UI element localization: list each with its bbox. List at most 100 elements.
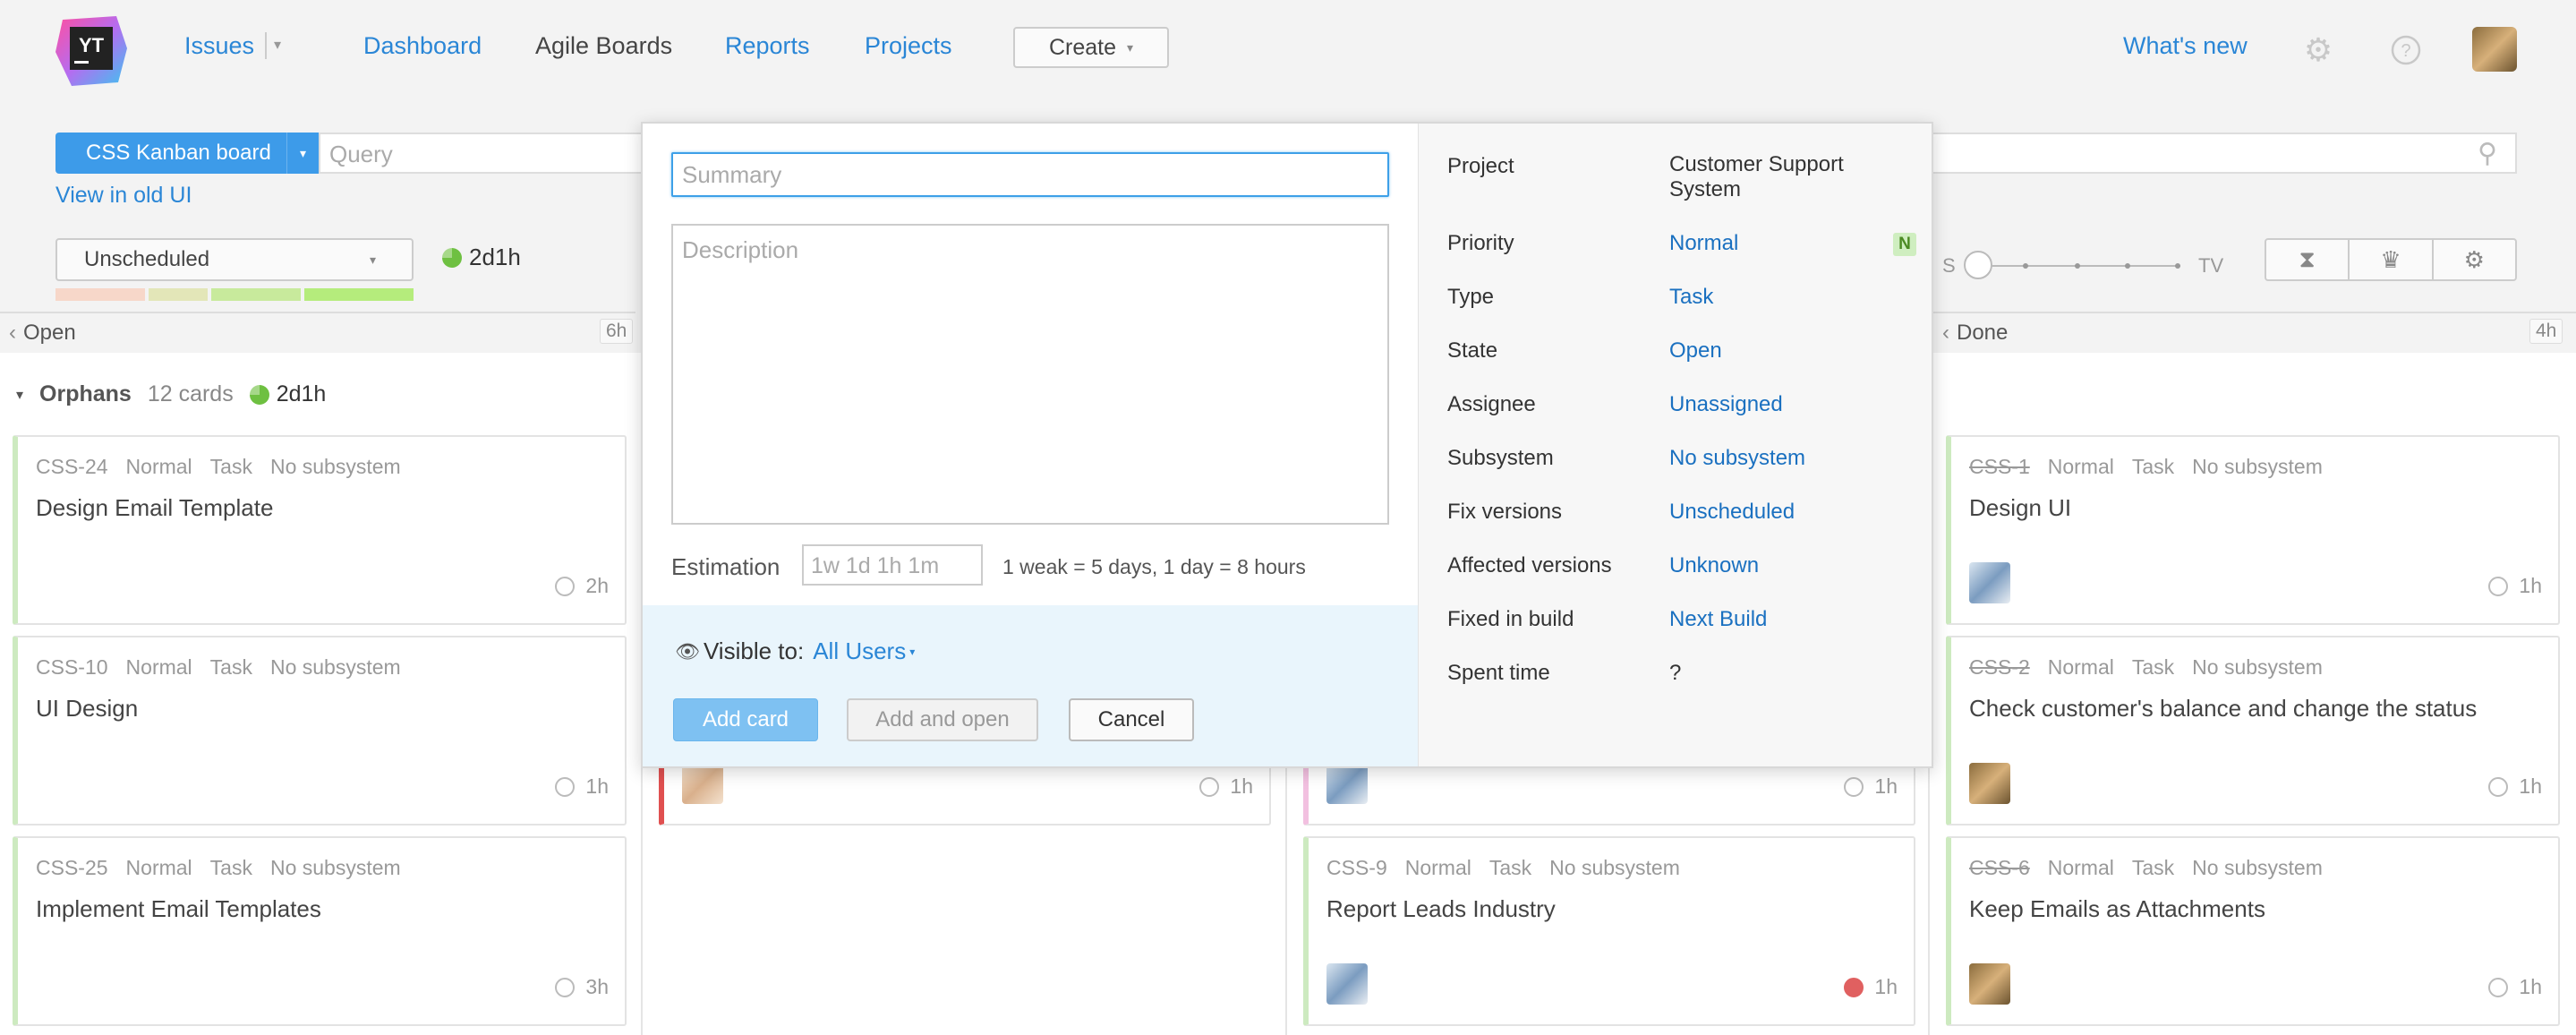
chart-icon[interactable]: ♛ bbox=[2350, 240, 2434, 279]
card-type[interactable]: Task bbox=[2132, 856, 2174, 880]
card-title[interactable]: Design UI bbox=[1969, 494, 2071, 522]
card-size-slider-knob[interactable] bbox=[1964, 251, 1992, 279]
column-name: Done bbox=[1957, 321, 2009, 345]
collapse-icon[interactable]: ▾ bbox=[16, 386, 23, 404]
field-value-spent-time[interactable]: ? bbox=[1669, 661, 1681, 686]
estimate-overdue-icon bbox=[1844, 977, 1864, 997]
card-title[interactable]: Report Leads Industry bbox=[1326, 895, 1556, 923]
nav-reports[interactable]: Reports bbox=[725, 32, 810, 60]
create-button[interactable]: Create ▾ bbox=[1013, 27, 1169, 68]
description-textarea[interactable]: Description bbox=[671, 224, 1389, 525]
column-header-done[interactable]: ‹ Done bbox=[1933, 312, 2576, 353]
board-dropdown-icon[interactable]: ▾ bbox=[286, 133, 319, 174]
card-subsystem[interactable]: No subsystem bbox=[2192, 455, 2323, 479]
chevron-down-icon[interactable]: ▾ bbox=[909, 646, 915, 658]
progress-segment bbox=[55, 288, 145, 301]
field-value-affected-versions[interactable]: Unknown bbox=[1669, 553, 1759, 578]
card-id[interactable]: CSS-25 bbox=[36, 856, 108, 880]
issues-dropdown-icon[interactable]: ▾ bbox=[274, 36, 281, 54]
visibility-selector[interactable]: 👁 Visible to: All Users ▾ bbox=[675, 637, 915, 665]
card-subsystem[interactable]: No subsystem bbox=[2192, 655, 2323, 680]
field-value-subsystem[interactable]: No subsystem bbox=[1669, 446, 1805, 471]
card-id[interactable]: CSS-2 bbox=[1969, 655, 2030, 680]
card-id[interactable]: CSS-1 bbox=[1969, 455, 2030, 479]
card-type[interactable]: Task bbox=[1489, 856, 1531, 880]
card-type[interactable]: Task bbox=[2132, 455, 2174, 479]
card-type[interactable]: Task bbox=[210, 856, 252, 880]
add-card-button[interactable]: Add card bbox=[673, 698, 818, 741]
card-subsystem[interactable]: No subsystem bbox=[270, 856, 401, 880]
card[interactable]: CSS-24 Normal Task No subsystem Design Emai… bbox=[13, 435, 627, 625]
assignee-avatar[interactable] bbox=[1969, 763, 2010, 804]
card[interactable]: CSS-9 Normal Task No subsystem Report Leads… bbox=[1303, 836, 1915, 1026]
card-title[interactable]: Check customer's balance and change the … bbox=[1969, 695, 2477, 723]
search-icon[interactable]: ⚲ bbox=[2478, 138, 2497, 169]
old-ui-link[interactable]: View in old UI bbox=[55, 183, 192, 209]
assignee-avatar[interactable] bbox=[1326, 963, 1368, 1005]
card-title[interactable]: Implement Email Templates bbox=[36, 895, 321, 923]
assignee-avatar[interactable] bbox=[682, 763, 723, 804]
card[interactable]: CSS-1 Normal Task No subsystem Design UI 1h bbox=[1946, 435, 2560, 625]
card-priority[interactable]: Normal bbox=[2048, 455, 2114, 479]
add-and-open-button[interactable]: Add and open bbox=[847, 698, 1038, 741]
card-title[interactable]: UI Design bbox=[36, 695, 138, 723]
card-type[interactable]: Task bbox=[210, 455, 252, 479]
nav-agile-boards[interactable]: Agile Boards bbox=[535, 32, 672, 60]
card-id[interactable]: CSS-6 bbox=[1969, 856, 2030, 880]
field-value-project[interactable]: Customer Support System bbox=[1669, 152, 1848, 202]
card-priority[interactable]: Normal bbox=[126, 655, 192, 680]
chevron-left-icon[interactable]: ‹ bbox=[9, 321, 16, 346]
field-value-type[interactable]: Task bbox=[1669, 285, 1713, 310]
card-subsystem[interactable]: No subsystem bbox=[1549, 856, 1680, 880]
card-id[interactable]: CSS-24 bbox=[36, 455, 108, 479]
field-value-assignee[interactable]: Unassigned bbox=[1669, 392, 1783, 417]
settings-icon[interactable]: ⚙ bbox=[2434, 240, 2515, 279]
whats-new-link[interactable]: What's new bbox=[2123, 32, 2248, 60]
card[interactable]: CSS-25 Normal Task No subsystem Implement E… bbox=[13, 836, 627, 1026]
assignee-avatar[interactable] bbox=[1969, 562, 2010, 603]
help-icon[interactable]: ? bbox=[2388, 32, 2424, 68]
card-estimate: 1h bbox=[2519, 774, 2542, 798]
user-avatar[interactable] bbox=[2472, 27, 2517, 72]
gear-icon[interactable]: ⚙ bbox=[2300, 31, 2336, 68]
cancel-button[interactable]: Cancel bbox=[1069, 698, 1194, 741]
card[interactable]: CSS-10 Normal Task No subsystem UI Design 1… bbox=[13, 636, 627, 825]
chevron-left-icon[interactable]: ‹ bbox=[1942, 321, 1949, 346]
card-id[interactable]: CSS-9 bbox=[1326, 856, 1387, 880]
card-title[interactable]: Design Email Template bbox=[36, 494, 273, 522]
card-subsystem[interactable]: No subsystem bbox=[270, 655, 401, 680]
field-value-priority[interactable]: Normal bbox=[1669, 231, 1738, 256]
nav-issues[interactable]: Issues bbox=[184, 32, 254, 60]
nav-projects[interactable]: Projects bbox=[865, 32, 952, 60]
column-header-open[interactable]: ‹ Open bbox=[0, 312, 635, 353]
nav-dashboard[interactable]: Dashboard bbox=[363, 32, 482, 60]
assignee-avatar[interactable] bbox=[1326, 763, 1368, 804]
youtrack-logo[interactable]: YT bbox=[54, 13, 129, 88]
estimation-label: Estimation bbox=[671, 553, 780, 580]
card-priority[interactable]: Normal bbox=[2048, 856, 2114, 880]
card-title[interactable]: Keep Emails as Attachments bbox=[1969, 895, 2265, 923]
card[interactable]: CSS-6 Normal Task No subsystem Keep Emails … bbox=[1946, 836, 2560, 1026]
card-subsystem[interactable]: No subsystem bbox=[2192, 856, 2323, 880]
visible-to-value[interactable]: All Users bbox=[813, 637, 906, 665]
hourglass-icon[interactable]: ⧗ bbox=[2266, 240, 2350, 279]
card-priority[interactable]: Normal bbox=[126, 856, 192, 880]
card-priority[interactable]: Normal bbox=[126, 455, 192, 479]
card[interactable]: CSS-2 Normal Task No subsystem Check custom… bbox=[1946, 636, 2560, 825]
assignee-avatar[interactable] bbox=[1969, 963, 2010, 1005]
estimate-circle-icon bbox=[2488, 776, 2509, 797]
card-subsystem[interactable]: No subsystem bbox=[270, 455, 401, 479]
swimlane-header[interactable]: ▾ Orphans 12 cards 2d1h bbox=[16, 381, 326, 407]
sprint-select[interactable]: Unscheduled ▾ bbox=[55, 238, 414, 281]
card-priority[interactable]: Normal bbox=[2048, 655, 2114, 680]
field-value-fixed-in-build[interactable]: Next Build bbox=[1669, 607, 1767, 632]
card-id[interactable]: CSS-10 bbox=[36, 655, 108, 680]
card-priority[interactable]: Normal bbox=[1405, 856, 1471, 880]
field-value-state[interactable]: Open bbox=[1669, 338, 1722, 364]
board-selector-button[interactable]: CSS Kanban board bbox=[55, 133, 319, 174]
summary-input[interactable]: Summary bbox=[671, 152, 1389, 197]
card-type[interactable]: Task bbox=[210, 655, 252, 680]
field-value-fix-versions[interactable]: Unscheduled bbox=[1669, 500, 1795, 525]
card-type[interactable]: Task bbox=[2132, 655, 2174, 680]
estimation-input[interactable]: 1w 1d 1h 1m bbox=[802, 544, 983, 586]
